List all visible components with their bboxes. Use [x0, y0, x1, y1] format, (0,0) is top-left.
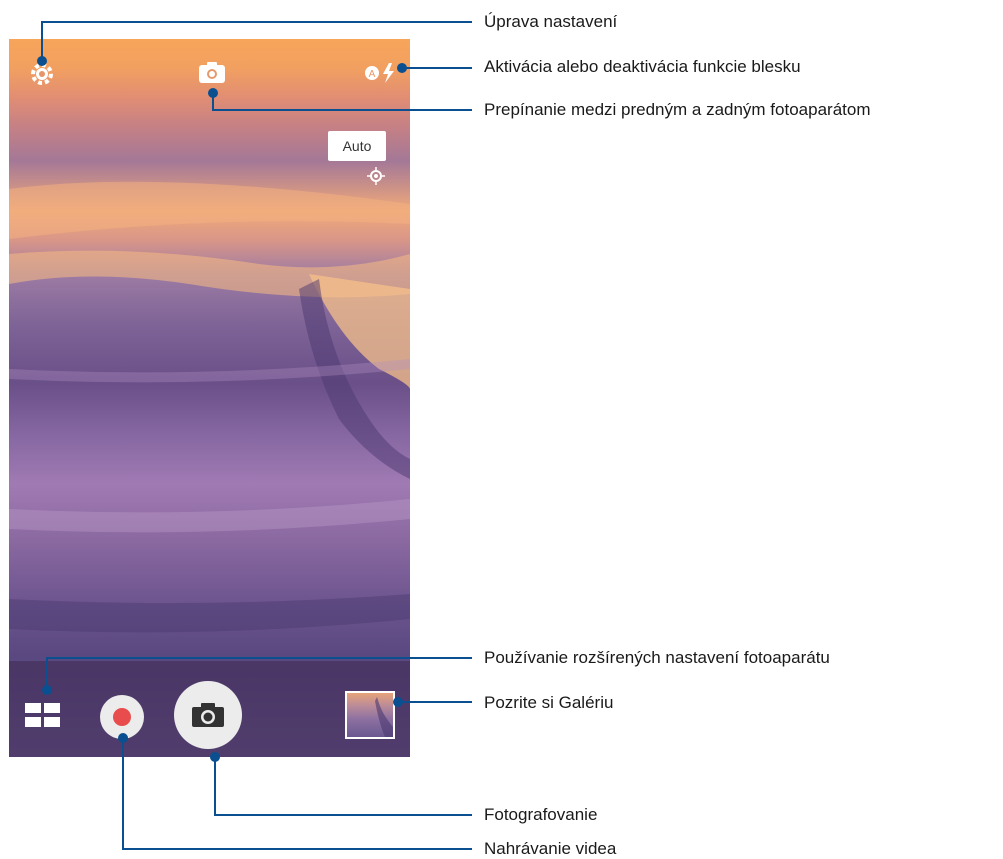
shutter-button[interactable] [174, 681, 242, 749]
record-icon [113, 708, 131, 726]
flash-auto-icon[interactable]: A [363, 62, 401, 84]
callout-switch-camera: Prepínanie medzi predným a zadným fotoap… [484, 100, 871, 119]
record-video-button[interactable] [100, 695, 144, 739]
gallery-thumbnail[interactable] [345, 691, 395, 739]
callout-settings: Úprava nastavení [484, 12, 618, 31]
camera-viewfinder[interactable]: A Auto [9, 39, 410, 757]
callout-gallery: Pozrite si Galériu [484, 693, 614, 712]
scene-mode-label[interactable]: Auto [328, 131, 386, 161]
exposure-icon[interactable] [367, 167, 385, 185]
gear-icon[interactable] [29, 61, 55, 87]
callout-record-video: Nahrávanie videa [484, 839, 617, 858]
grid-icon[interactable] [25, 703, 60, 728]
callout-take-photo: Fotografovanie [484, 805, 598, 824]
camera-icon [192, 703, 224, 727]
callout-flash: Aktivácia alebo deaktivácia funkcie bles… [484, 57, 801, 76]
switch-camera-icon[interactable] [195, 61, 229, 87]
svg-text:A: A [369, 69, 376, 80]
callout-advanced-settings: Používanie rozšírených nastavení fotoapa… [484, 648, 830, 667]
